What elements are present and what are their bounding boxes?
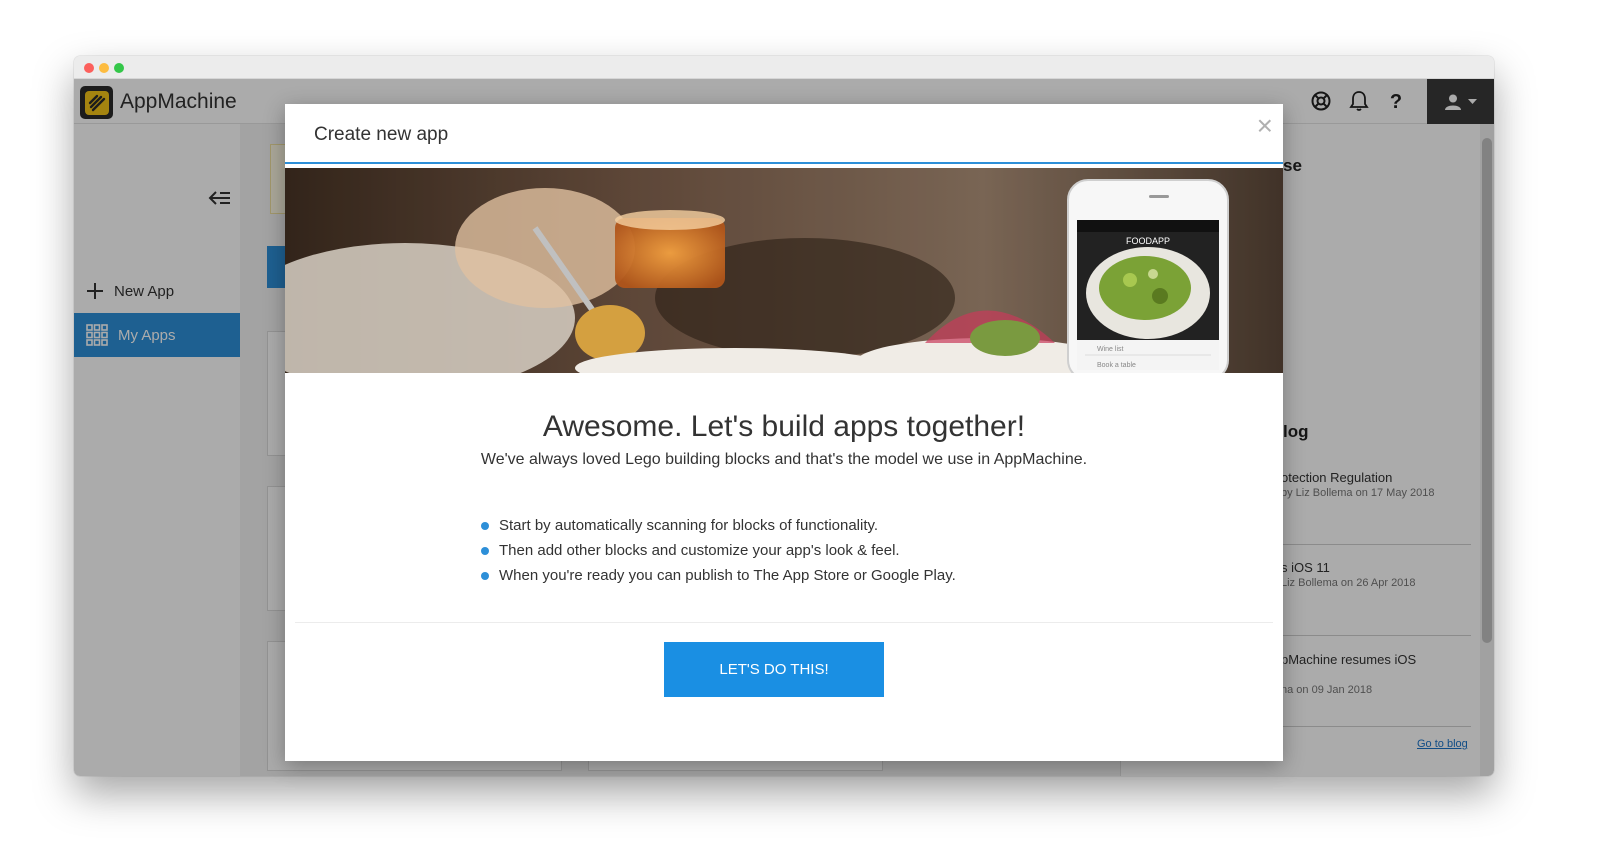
hero-image: FOODAPP Wine list Book a table: [285, 168, 1283, 373]
list-item: Start by automatically scanning for bloc…: [481, 517, 956, 542]
close-window-button[interactable]: [84, 63, 94, 73]
divider: [295, 622, 1273, 623]
lets-do-this-button[interactable]: LET'S DO THIS!: [664, 642, 884, 697]
window-titlebar: [74, 56, 1494, 79]
create-app-modal: Create new app × FOODAPP Wine list Book …: [285, 104, 1283, 761]
close-icon[interactable]: ×: [1257, 112, 1273, 140]
feature-list: Start by automatically scanning for bloc…: [481, 517, 956, 592]
modal-header-divider: [285, 162, 1283, 164]
modal-heading: Awesome. Let's build apps together!: [542, 410, 1026, 443]
list-item: When you're ready you can publish to The…: [481, 567, 956, 592]
modal-subheading: We've always loved Lego building blocks …: [480, 451, 1088, 468]
list-item: Then add other blocks and customize your…: [481, 542, 956, 567]
modal-title: Create new app: [314, 124, 449, 145]
phone-menu-item: Book a table: [1097, 362, 1136, 369]
phone-menu-item: Wine list: [1097, 346, 1124, 353]
minimize-window-button[interactable]: [99, 63, 109, 73]
phone-app-name: FOODAPP: [1126, 236, 1170, 246]
zoom-window-button[interactable]: [114, 63, 124, 73]
